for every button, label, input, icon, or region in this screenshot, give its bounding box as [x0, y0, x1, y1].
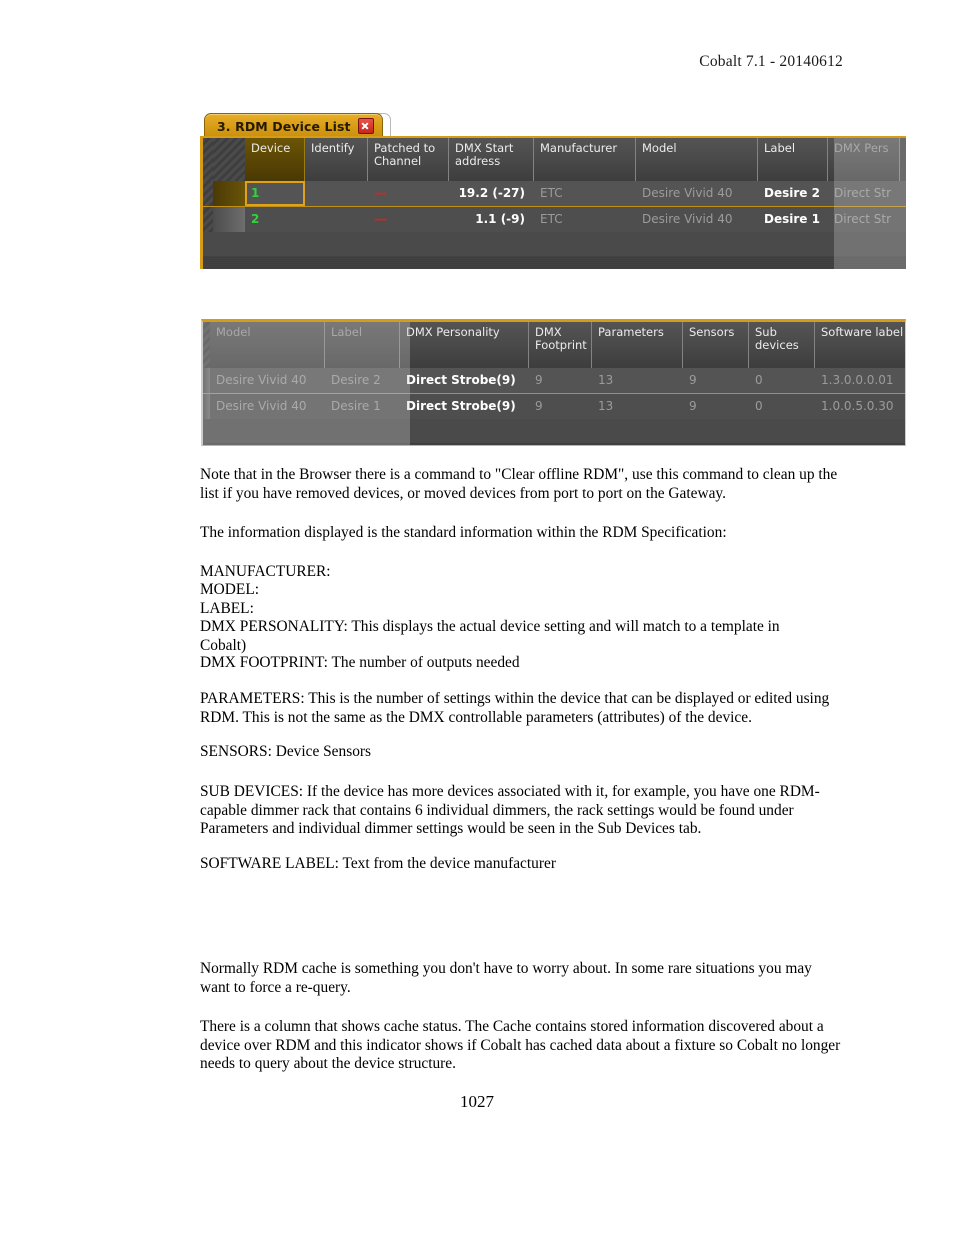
column-header-dmx_start[interactable]: DMX Start address — [449, 138, 534, 181]
cell-model[interactable]: Desire Vivid 40 — [210, 368, 325, 393]
paragraph-clear-offline-rdm: Note that in the Browser there is a comm… — [200, 466, 838, 502]
column-header-parameters[interactable]: Parameters — [592, 322, 683, 368]
tab-strip: 3. RDM Device List — [200, 112, 906, 138]
paragraph-rdm-specification-intro: The information displayed is the standar… — [200, 524, 727, 541]
cell-identify[interactable] — [305, 181, 368, 206]
cell-identify[interactable] — [305, 207, 368, 232]
cell-software[interactable]: 1.0.0.5.0.30 — [815, 394, 905, 419]
table-header-row: Device Identify Patched to Channel DMX Star… — [203, 138, 906, 181]
cell-manufacturer[interactable]: ETC — [534, 207, 636, 232]
tab-rdm-device-list[interactable]: 3. RDM Device List — [204, 113, 383, 138]
definition-label: LABEL: — [200, 600, 254, 617]
column-header-manufacturer[interactable]: Manufacturer — [534, 138, 636, 181]
tab-label: 3. RDM Device List — [217, 118, 351, 134]
table-row[interactable]: 1 --- 19.2 (-27) ETC Desire Vivid 40 Desire 2… — [203, 181, 906, 207]
close-icon[interactable] — [357, 118, 374, 134]
rdm-detail-table: Model Label DMX Personality DMX Footprint Pa… — [203, 322, 905, 443]
cell-device[interactable]: 2 — [245, 207, 305, 232]
cell-subdevices[interactable]: 0 — [749, 368, 815, 393]
column-header-label[interactable]: Label — [758, 138, 828, 181]
cell-parameters[interactable]: 13 — [592, 394, 683, 419]
column-header-identify[interactable]: Identify — [305, 138, 368, 181]
column-header-patched[interactable]: Patched to Channel — [368, 138, 449, 181]
cell-footprint[interactable]: 9 — [529, 368, 592, 393]
rdm-device-detail-screenshot: Model Label DMX Personality DMX Footprint Pa… — [201, 319, 906, 446]
table-gutter — [213, 138, 245, 181]
definition-software-label: SOFTWARE LABEL: Text from the device man… — [200, 855, 556, 872]
table-row[interactable]: 2 --- 1.1 (-9) ETC Desire Vivid 40 Desire 1 Di… — [203, 207, 906, 232]
cell-patched[interactable]: --- — [368, 181, 449, 206]
rdm-device-table: Device Identify Patched to Channel DMX Star… — [203, 138, 906, 256]
cell-patched[interactable]: --- — [368, 207, 449, 232]
column-header-dmx_pers[interactable]: DMX Pers — [828, 138, 900, 181]
column-header-subdevices[interactable]: Sub devices — [749, 322, 815, 368]
table-empty-row — [203, 232, 906, 256]
cell-parameters[interactable]: 13 — [592, 368, 683, 393]
column-header-personality[interactable]: DMX Personality — [400, 322, 529, 368]
cell-label[interactable]: Desire 2 — [325, 368, 400, 393]
cell-sensors[interactable]: 9 — [683, 368, 749, 393]
column-header-sensors[interactable]: Sensors — [683, 322, 749, 368]
definition-sensors: SENSORS: Device Sensors — [200, 743, 372, 760]
definition-dmx-personality: DMX PERSONALITY: This displays the actua… — [200, 618, 780, 654]
cell-sensors[interactable]: 9 — [683, 394, 749, 419]
cell-dmx_pers[interactable]: Direct Str — [828, 207, 900, 232]
cell-label[interactable]: Desire 1 — [758, 207, 828, 232]
definition-manufacturer: MANUFACTURER: — [200, 563, 331, 580]
cell-label[interactable]: Desire 2 — [758, 181, 828, 206]
document-header-version: Cobalt 7.1 - 20140612 — [699, 53, 843, 70]
cell-personality[interactable]: Direct Strobe(9) — [400, 394, 529, 419]
cell-model[interactable]: Desire Vivid 40 — [210, 394, 325, 419]
table-row[interactable]: Desire Vivid 40 Desire 2 Direct Strobe(9) 9… — [203, 368, 905, 394]
cell-model[interactable]: Desire Vivid 40 — [636, 181, 758, 206]
row-selection-tag — [203, 394, 210, 419]
paragraph-rdm-cache: Normally RDM cache is something you don'… — [200, 960, 812, 996]
cell-subdevices[interactable]: 0 — [749, 394, 815, 419]
row-selection-tag — [203, 368, 210, 393]
cell-device[interactable]: 1 — [245, 181, 305, 206]
page-number: 1027 — [460, 1092, 494, 1111]
cell-model[interactable]: Desire Vivid 40 — [636, 207, 758, 232]
column-header-footprint[interactable]: DMX Footprint — [529, 322, 592, 368]
definition-model: MODEL: — [200, 581, 259, 598]
table-empty-row — [203, 419, 905, 443]
cell-label[interactable]: Desire 1 — [325, 394, 400, 419]
cell-manufacturer[interactable]: ETC — [534, 181, 636, 206]
rdm-device-list-panel: Device Identify Patched to Channel DMX Star… — [200, 136, 906, 269]
cell-dmx_start[interactable]: 1.1 (-9) — [449, 207, 534, 232]
table-header-row: Model Label DMX Personality DMX Footprint Pa… — [203, 322, 905, 368]
cell-dmx_pers[interactable]: Direct Str — [828, 181, 900, 206]
column-header-label[interactable]: Label — [325, 322, 400, 368]
row-selection-tag — [213, 181, 245, 206]
cell-dmx_start[interactable]: 19.2 (-27) — [449, 181, 534, 206]
definition-sub-devices: SUB DEVICES: If the device has more devi… — [200, 783, 820, 838]
definition-dmx-footprint: DMX FOOTPRINT: The number of outputs nee… — [200, 654, 520, 671]
column-header-model[interactable]: Model — [210, 322, 325, 368]
table-gutter — [203, 181, 213, 206]
table-gutter — [203, 138, 213, 181]
table-gutter — [203, 207, 213, 232]
table-gutter — [203, 322, 210, 368]
column-header-device[interactable]: Device — [245, 138, 305, 181]
rdm-device-list-screenshot: 3. RDM Device List Device Identify Patched… — [200, 112, 906, 269]
column-header-software[interactable]: Software label — [815, 322, 905, 368]
cell-footprint[interactable]: 9 — [529, 394, 592, 419]
cell-software[interactable]: 1.3.0.0.0.01 — [815, 368, 905, 393]
paragraph-cache-status-column: There is a column that shows cache statu… — [200, 1018, 841, 1073]
row-selection-tag — [213, 207, 245, 232]
column-header-model[interactable]: Model — [636, 138, 758, 181]
cell-personality[interactable]: Direct Strobe(9) — [400, 368, 529, 393]
table-row[interactable]: Desire Vivid 40 Desire 1 Direct Strobe(9) 9… — [203, 394, 905, 419]
definition-parameters: PARAMETERS: This is the number of settin… — [200, 690, 830, 726]
